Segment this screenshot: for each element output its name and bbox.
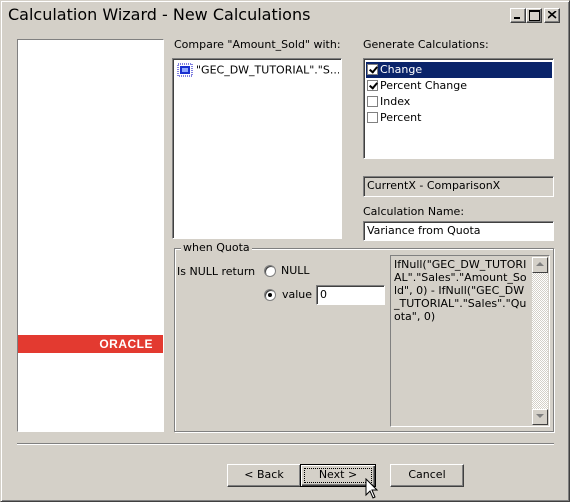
compare-item-label: "GEC_DW_TUTORIAL"."S... (196, 63, 339, 77)
close-button[interactable] (544, 8, 560, 23)
scroll-down-button[interactable] (532, 409, 548, 425)
calc-name-input[interactable]: Variance from Quota (363, 221, 554, 241)
arrow-up-icon (536, 262, 544, 266)
minimize-button[interactable] (510, 8, 526, 23)
generate-item-label: Change (380, 63, 423, 76)
mouse-cursor-icon (365, 478, 379, 499)
null-radio[interactable] (264, 265, 276, 277)
value-input[interactable]: 0 (316, 285, 385, 305)
generate-item-change[interactable]: Change (366, 62, 552, 78)
generate-item-percent[interactable]: Percent (366, 110, 552, 126)
null-radio-label[interactable]: NULL (281, 264, 310, 277)
focus-ring (304, 468, 372, 483)
maximize-button[interactable] (526, 8, 542, 23)
compare-label: Compare "Amount_Sold" with: (174, 38, 341, 51)
measure-icon (177, 63, 193, 77)
generate-item-label: Percent (380, 111, 422, 124)
wizard-window: Calculation Wizard - New Calculations OR… (0, 0, 570, 502)
checkbox-percent-change[interactable] (367, 80, 378, 91)
generate-list[interactable]: Change Percent Change Index Percent (363, 58, 554, 159)
formula-box[interactable]: IfNull("GEC_DW_TUTORIAL"."Sales"."Amount… (390, 255, 550, 427)
is-null-label: Is NULL return (177, 265, 256, 278)
expression-preview: CurrentX - ComparisonX (363, 176, 554, 197)
scroll-up-button[interactable] (532, 257, 548, 273)
arrow-down-icon (536, 414, 544, 418)
generate-label: Generate Calculations: (363, 38, 489, 51)
checkbox-percent[interactable] (367, 112, 378, 123)
quota-group-title: when Quota (181, 241, 252, 254)
window-title: Calculation Wizard - New Calculations (8, 5, 311, 24)
compare-list[interactable]: "GEC_DW_TUTORIAL"."S... (172, 58, 342, 239)
formula-scrollbar[interactable] (532, 257, 548, 425)
separator (17, 443, 554, 445)
checkbox-change[interactable] (367, 64, 378, 75)
back-button[interactable]: < Back (227, 464, 301, 487)
title-bar[interactable]: Calculation Wizard - New Calculations (4, 4, 566, 28)
cancel-button[interactable]: Cancel (390, 464, 464, 487)
checkbox-index[interactable] (367, 96, 378, 107)
close-icon (548, 11, 557, 19)
generate-item-index[interactable]: Index (366, 94, 552, 110)
generate-item-percent-change[interactable]: Percent Change (366, 78, 552, 94)
oracle-logo: ORACLE (18, 335, 163, 353)
generate-item-label: Percent Change (380, 79, 468, 92)
value-radio-label[interactable]: value (282, 288, 312, 301)
generate-item-label: Index (380, 95, 411, 108)
calc-name-label: Calculation Name: (363, 205, 465, 218)
value-radio[interactable] (264, 289, 276, 301)
branding-panel: ORACLE (17, 39, 164, 432)
compare-item[interactable]: "GEC_DW_TUTORIAL"."S... (177, 63, 339, 79)
formula-text: IfNull("GEC_DW_TUTORIAL"."Sales"."Amount… (394, 258, 527, 323)
